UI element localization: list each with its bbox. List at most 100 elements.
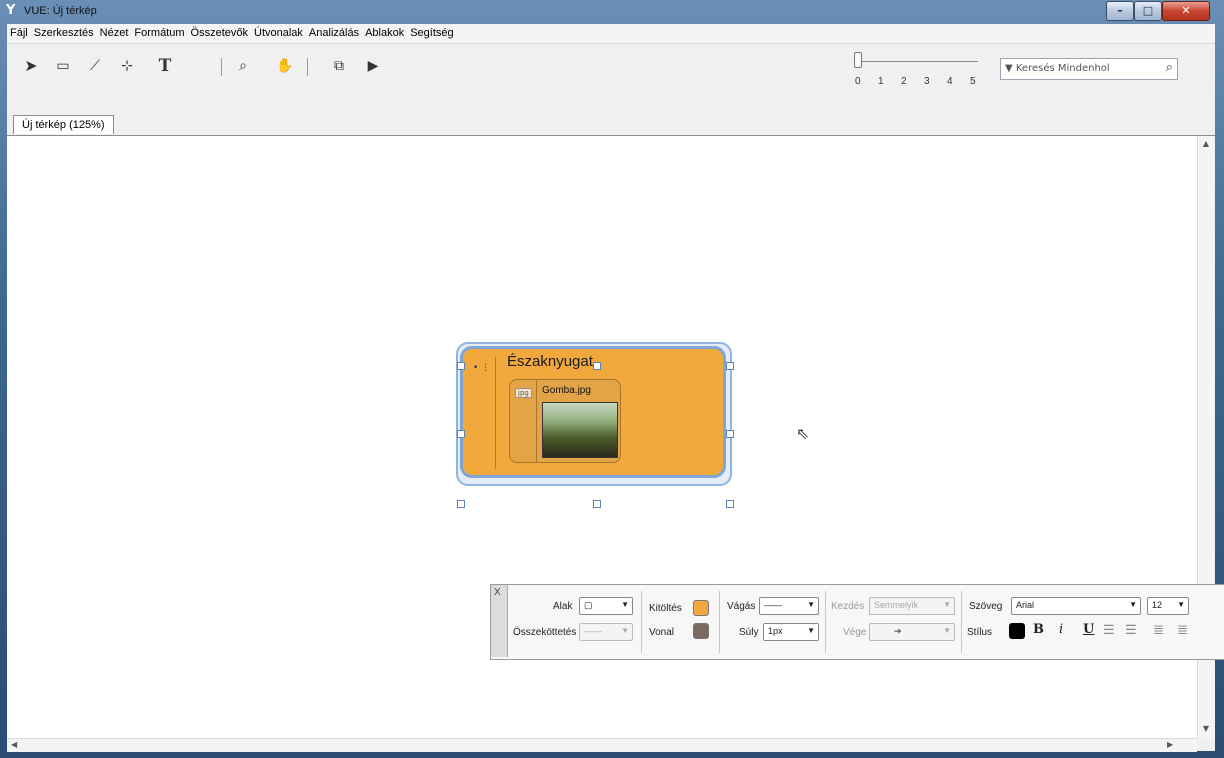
shape-label: Alak: [553, 601, 573, 612]
end-dropdown[interactable]: ➔ ▼: [869, 623, 955, 641]
search-icon[interactable]: ⌕: [1166, 60, 1173, 75]
maximize-icon: □: [1142, 4, 1154, 17]
image-thumbnail: [542, 402, 618, 458]
selection-handle[interactable]: [457, 430, 465, 438]
zoom-tick: 5: [970, 76, 976, 87]
scroll-right-icon[interactable]: ▶: [1167, 740, 1173, 749]
bullet-list-icon[interactable]: ☰: [1125, 622, 1137, 638]
play-icon[interactable]: ▶: [361, 56, 385, 76]
selection-handle[interactable]: [726, 362, 734, 370]
start-value: Semmelyik: [874, 600, 919, 610]
menu-view[interactable]: Nézet: [97, 24, 132, 39]
resource-node[interactable]: jpg Gomba.jpg: [509, 379, 621, 463]
toolbar-divider: [221, 58, 222, 76]
close-icon: ✕: [1181, 4, 1191, 17]
connection-label: Összeköttetés: [513, 627, 577, 638]
menu-windows[interactable]: Ablakok: [362, 24, 407, 39]
tab-bar: Új térkép (125%): [7, 113, 1215, 136]
selection-handle[interactable]: [593, 362, 601, 370]
line-color-swatch[interactable]: [693, 623, 709, 639]
font-size-dropdown[interactable]: 12 ▼: [1147, 597, 1189, 615]
bold-button[interactable]: B: [1033, 622, 1044, 637]
weight-value: 1px: [768, 626, 783, 636]
selection-handle[interactable]: [726, 430, 734, 438]
panel-divider: [719, 591, 720, 653]
line-label: Vonal: [649, 627, 675, 638]
shape-dropdown[interactable]: ▢ ▼: [579, 597, 633, 615]
node-menu-icon[interactable]: • ⋮: [473, 363, 490, 373]
chevron-down-icon: ▼: [807, 600, 815, 609]
horizontal-scrollbar[interactable]: ◀ ▶: [7, 738, 1197, 752]
cut-label: Vágás: [727, 601, 756, 612]
fill-label: Kitöltés: [649, 603, 682, 614]
menu-help[interactable]: Segítség: [407, 24, 456, 39]
connection-dropdown[interactable]: —— ▼: [579, 623, 633, 641]
font-value: Arial: [1016, 600, 1035, 610]
resource-filename[interactable]: Gomba.jpg: [542, 385, 591, 396]
menu-analysis[interactable]: Analizálás: [306, 24, 362, 39]
tab-new-map[interactable]: Új térkép (125%): [13, 115, 114, 134]
start-dropdown[interactable]: Semmelyik ▼: [869, 597, 955, 615]
node-rectangle-icon[interactable]: ▭: [51, 56, 75, 76]
zoom-slider-knob[interactable]: [854, 52, 862, 68]
panel-grip[interactable]: X: [491, 585, 508, 657]
align-center-icon[interactable]: ≣: [1153, 622, 1164, 638]
curved-link-icon[interactable]: ⊹: [115, 56, 139, 76]
zoom-tick: 3: [924, 76, 930, 87]
pan-hand-icon[interactable]: ✋: [273, 56, 297, 76]
text-color-swatch[interactable]: [1009, 623, 1025, 639]
chevron-down-icon: ▼: [1129, 600, 1137, 609]
node-title[interactable]: Északnyugat: [507, 353, 593, 370]
select-arrow-icon[interactable]: ➤: [19, 56, 43, 76]
zoom-tick: 1: [878, 76, 884, 87]
start-label: Kezdés: [831, 601, 865, 612]
scroll-up-icon[interactable]: ▲: [1198, 139, 1214, 148]
scroll-down-icon[interactable]: ▼: [1198, 724, 1214, 733]
zoom-icon[interactable]: ⌕: [231, 56, 255, 76]
italic-button[interactable]: i: [1059, 622, 1063, 637]
fill-color-swatch[interactable]: [693, 600, 709, 616]
chevron-down-icon: ▼: [807, 626, 815, 635]
text-tool-icon[interactable]: T: [153, 56, 177, 76]
style-label: Stílus: [967, 627, 993, 638]
arrow-right-icon: ➔: [894, 626, 902, 636]
menu-edit[interactable]: Szerkesztés: [31, 24, 97, 39]
zoom-tick: 0: [855, 76, 861, 87]
menu-format[interactable]: Formátum: [131, 24, 187, 39]
align-right-icon[interactable]: ≣: [1177, 622, 1188, 638]
format-panel: X Alak ▢ ▼ Összeköttetés —— ▼ Kitöltés Von…: [490, 584, 1224, 660]
selection-handle[interactable]: [457, 500, 465, 508]
selection-handle[interactable]: [457, 362, 465, 370]
minimize-button[interactable]: –: [1106, 1, 1134, 21]
menu-bar: Fájl Szerkesztés Nézet Formátum Összetevők Út…: [7, 24, 1215, 44]
link-line-icon[interactable]: ⟋: [83, 56, 107, 76]
panel-divider: [641, 591, 642, 653]
file-type-tag: jpg: [515, 388, 532, 398]
weight-label: Súly: [739, 627, 759, 638]
selection-handle[interactable]: [593, 500, 601, 508]
weight-dropdown[interactable]: 1px ▼: [763, 623, 819, 641]
slide-icon[interactable]: ⧉: [327, 56, 351, 76]
selection-handle[interactable]: [726, 500, 734, 508]
panel-divider: [825, 591, 826, 653]
close-panel-icon[interactable]: X: [494, 587, 501, 598]
font-dropdown[interactable]: Arial ▼: [1011, 597, 1141, 615]
cut-style-dropdown[interactable]: —— ▼: [759, 597, 819, 615]
font-size-value: 12: [1152, 600, 1163, 610]
underline-button[interactable]: U: [1083, 622, 1094, 637]
menu-components[interactable]: Összetevők: [188, 24, 251, 39]
toolbar-divider: [307, 58, 308, 76]
toolbar: ➤ ▭ ⟋ ⊹ T ⌕ ✋ ⧉ ▶ 0 1 2 3 4 5 ▼ Keresés …: [7, 44, 1215, 110]
close-button[interactable]: ✕: [1162, 1, 1210, 21]
chevron-down-icon: ▼: [943, 626, 951, 635]
title-bar: Y VUE: Új térkép – □ ✕: [0, 0, 1224, 24]
chevron-down-icon: ▼: [621, 600, 629, 609]
numbered-list-icon[interactable]: ☰: [1103, 622, 1115, 638]
search-input[interactable]: ▼ Keresés Mindenhol ⌕: [1000, 58, 1178, 80]
scroll-left-icon[interactable]: ◀: [11, 740, 17, 749]
menu-file[interactable]: Fájl: [7, 24, 31, 39]
window-title: VUE: Új térkép: [24, 5, 97, 17]
maximize-button[interactable]: □: [1134, 1, 1162, 21]
zoom-tick: 4: [947, 76, 953, 87]
menu-pathways[interactable]: Útvonalak: [251, 24, 306, 39]
